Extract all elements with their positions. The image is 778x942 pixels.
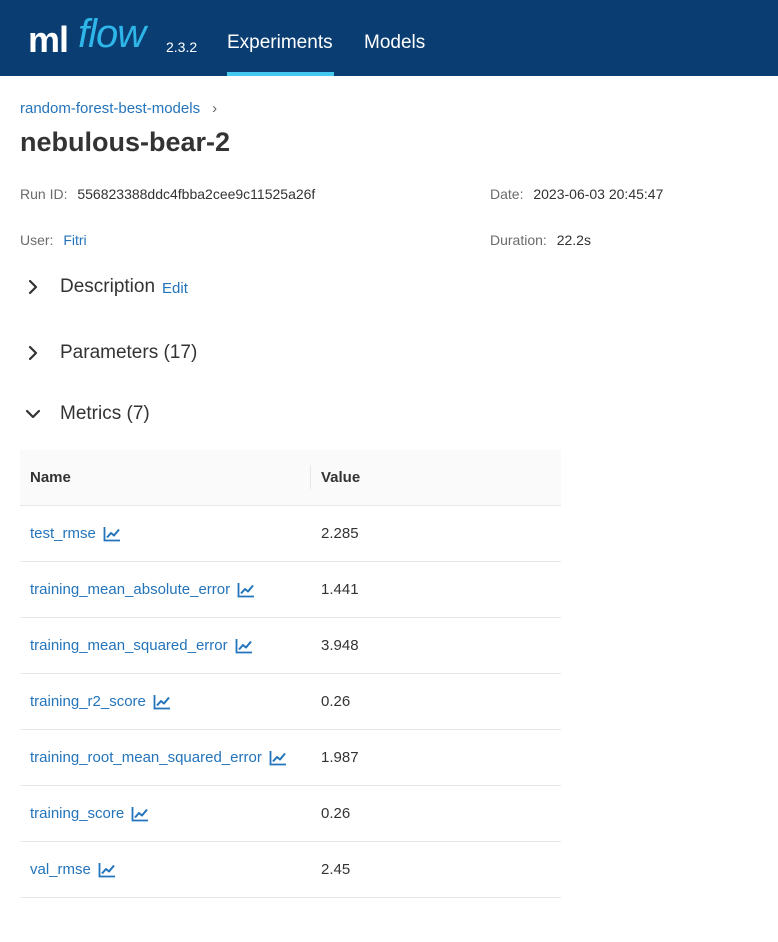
breadcrumb: random-forest-best-models › <box>20 100 217 117</box>
metric-value-cell: 1.987 <box>321 749 359 766</box>
user-label: User: <box>20 232 54 248</box>
description-edit-link[interactable]: Edit <box>162 280 188 297</box>
table-row: test_rmse 2.285 <box>20 506 561 562</box>
metric-value-cell: 2.285 <box>321 525 359 542</box>
table-row: training_score 0.26 <box>20 786 561 842</box>
metric-name-cell: val_rmse <box>30 842 116 898</box>
metric-name-cell: training_root_mean_squared_error <box>30 730 287 786</box>
metric-name-cell: training_score <box>30 786 149 842</box>
metric-value-cell: 0.26 <box>321 805 351 822</box>
metric-name-link[interactable]: training_mean_absolute_error <box>30 562 230 618</box>
line-chart-icon[interactable] <box>131 806 149 822</box>
metric-name-cell: test_rmse <box>30 506 121 562</box>
chevron-right-icon <box>28 345 38 361</box>
parameters-section-header[interactable]: Parameters (17) <box>24 342 197 364</box>
column-divider <box>310 465 311 489</box>
date-field: Date: 2023-06-03 20:45:47 <box>490 186 663 202</box>
metrics-section-header[interactable]: Metrics (7) <box>24 403 150 425</box>
description-title: Description <box>60 276 156 297</box>
nav-tab-label: Experiments <box>227 32 333 53</box>
metric-name-link[interactable]: val_rmse <box>30 842 91 898</box>
page-title: nebulous-bear-2 <box>20 127 231 157</box>
metric-name-cell: training_mean_absolute_error <box>30 562 255 618</box>
metric-name-link[interactable]: training_mean_squared_error <box>30 618 228 674</box>
chevron-down-icon <box>25 409 41 419</box>
duration-value: 22.2s <box>556 232 591 248</box>
metrics-title: Metrics (7) <box>60 403 150 424</box>
nav-tab-models[interactable]: Models <box>364 0 425 76</box>
logo-flow-text: flow <box>78 12 146 56</box>
metric-name-link[interactable]: training_r2_score <box>30 674 146 730</box>
line-chart-icon[interactable] <box>237 582 255 598</box>
column-header-name: Name <box>30 469 71 486</box>
table-row: val_rmse 2.45 <box>20 842 561 898</box>
table-row: training_mean_absolute_error 1.441 <box>20 562 561 618</box>
line-chart-icon[interactable] <box>235 638 253 654</box>
logo-ml-text: ml <box>28 19 69 60</box>
metric-name-cell: training_r2_score <box>30 674 171 730</box>
run-id-label: Run ID: <box>20 186 68 202</box>
metrics-table: Name Value test_rmse 2.285 training_mean_a… <box>20 450 561 898</box>
metric-value-cell: 2.45 <box>321 861 351 878</box>
metric-value-cell: 3.948 <box>321 637 359 654</box>
line-chart-icon[interactable] <box>269 750 287 766</box>
parameters-title: Parameters (17) <box>60 342 198 363</box>
column-header-value: Value <box>321 469 361 486</box>
metric-value-cell: 1.441 <box>321 581 359 598</box>
breadcrumb-separator-icon: › <box>212 100 218 117</box>
table-row: training_r2_score 0.26 <box>20 674 561 730</box>
version-label: 2.3.2 <box>166 39 198 55</box>
nav-tab-experiments[interactable]: Experiments <box>227 0 334 76</box>
line-chart-icon[interactable] <box>98 862 116 878</box>
date-label: Date: <box>490 186 524 202</box>
user-field: User: Fitri <box>20 232 87 248</box>
nav-tab-label: Models <box>364 32 426 53</box>
metric-name-link[interactable]: test_rmse <box>30 506 96 562</box>
user-link[interactable]: Fitri <box>63 232 86 248</box>
table-row: training_root_mean_squared_error 1.987 <box>20 730 561 786</box>
table-row: training_mean_squared_error 3.948 <box>20 618 561 674</box>
line-chart-icon[interactable] <box>103 526 121 542</box>
metric-value-cell: 0.26 <box>321 693 351 710</box>
metric-name-link[interactable]: training_score <box>30 786 124 842</box>
date-value: 2023-06-03 20:45:47 <box>533 186 664 202</box>
run-id-field: Run ID: 556823388ddc4fbba2cee9c11525a26f <box>20 186 315 202</box>
top-navbar: ml flow 2.3.2 Experiments Models <box>0 0 778 76</box>
line-chart-icon[interactable] <box>153 694 171 710</box>
description-section-header[interactable]: Description Edit <box>24 276 188 298</box>
metric-name-cell: training_mean_squared_error <box>30 618 253 674</box>
duration-label: Duration: <box>490 232 547 248</box>
metric-name-link[interactable]: training_root_mean_squared_error <box>30 730 262 786</box>
chevron-right-icon <box>28 279 38 295</box>
breadcrumb-experiment-link[interactable]: random-forest-best-models <box>20 100 200 117</box>
run-id-value: 556823388ddc4fbba2cee9c11525a26f <box>77 186 316 202</box>
table-header: Name Value <box>20 450 561 506</box>
duration-field: Duration: 22.2s <box>490 232 591 248</box>
